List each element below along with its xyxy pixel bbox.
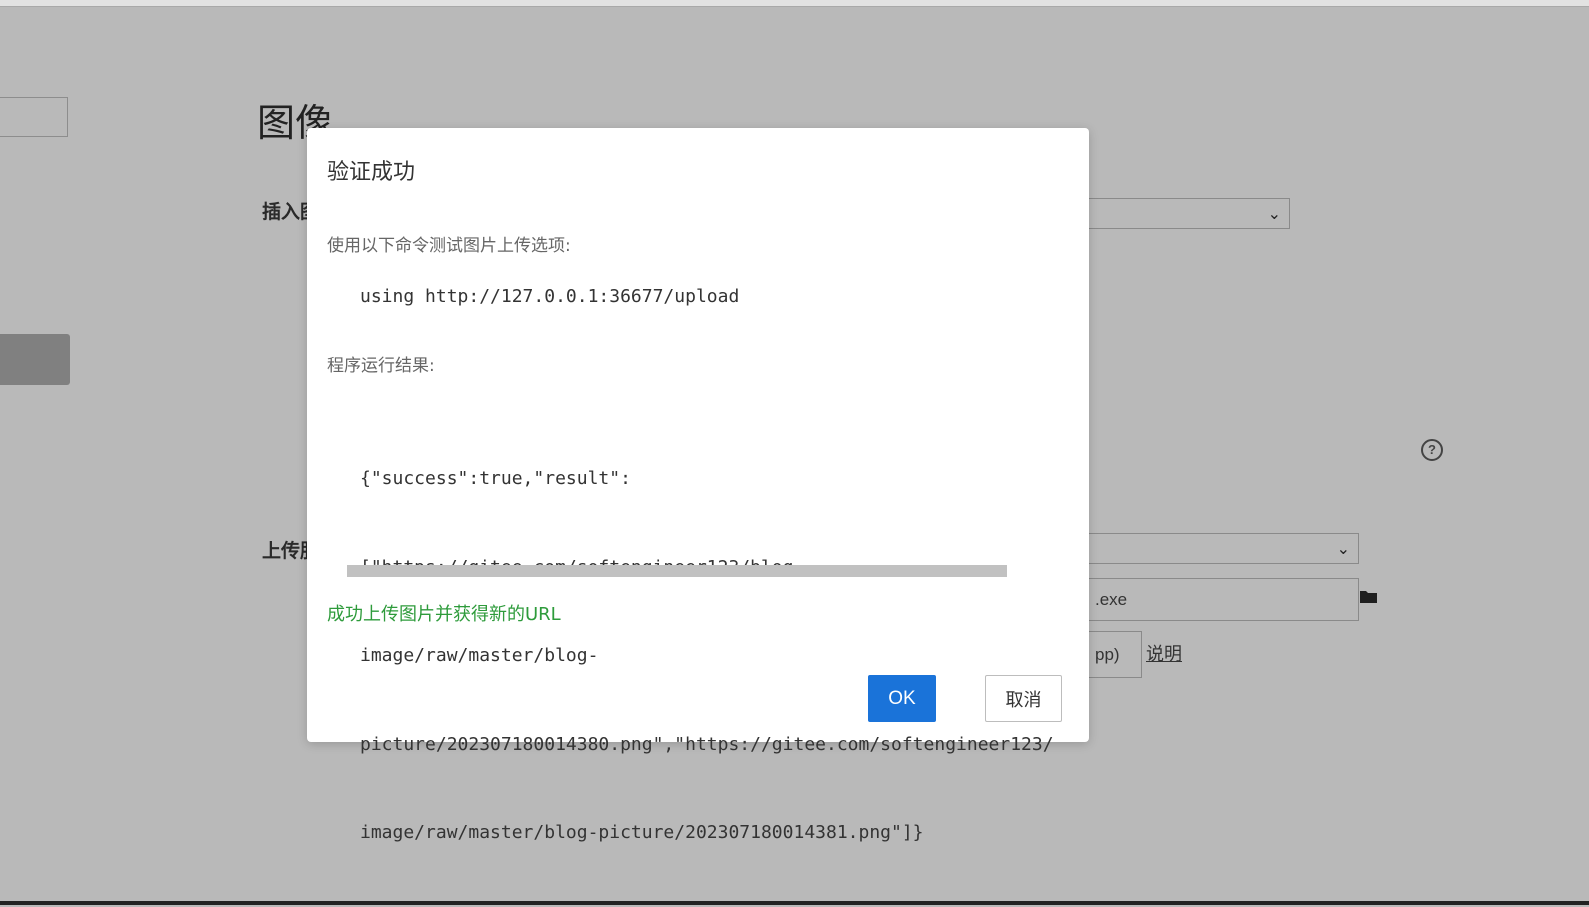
- result-line: image/raw/master/blog-: [360, 645, 599, 666]
- command-label: 使用以下命令测试图片上传选项:: [327, 236, 571, 256]
- chevron-down-icon: ⌄: [1267, 205, 1281, 223]
- cancel-button[interactable]: 取消: [985, 675, 1062, 722]
- question-circle-icon: ?: [1421, 439, 1443, 461]
- program-path-value: .exe: [1095, 589, 1128, 609]
- upload-service-select: ⌄: [1088, 533, 1359, 564]
- chevron-down-icon: ⌄: [1336, 540, 1350, 558]
- result-line: image/raw/master/blog-picture/2023071800…: [360, 822, 924, 843]
- result-line: picture/202307180014380.png","https://gi…: [360, 733, 1054, 755]
- dialog-title: 验证成功: [327, 160, 416, 185]
- command-text: using http://127.0.0.1:36677/upload: [360, 286, 740, 307]
- app-button-label: pp): [1095, 644, 1120, 664]
- success-message: 成功上传图片并获得新的URL: [327, 604, 561, 625]
- app-button: pp): [1088, 631, 1142, 678]
- doc-link: 说明: [1146, 644, 1182, 665]
- insert-image-select: ⌄: [1088, 198, 1290, 229]
- horizontal-scrollbar[interactable]: [347, 565, 1007, 577]
- background-button: [0, 334, 70, 385]
- window-top-border: [0, 0, 1589, 7]
- background-input: [0, 97, 68, 137]
- result-line: {"success":true,"result":: [360, 468, 631, 489]
- program-path-field: .exe: [1088, 578, 1359, 621]
- verification-dialog: 验证成功 使用以下命令测试图片上传选项: using http://127.0.…: [307, 128, 1089, 843]
- result-output: {"success":true,"result": ["https://gite…: [360, 405, 1054, 907]
- result-label: 程序运行结果:: [327, 356, 435, 376]
- folder-icon: [1360, 591, 1377, 603]
- window-bottom-border: [0, 901, 1589, 905]
- ok-button[interactable]: OK: [868, 675, 936, 722]
